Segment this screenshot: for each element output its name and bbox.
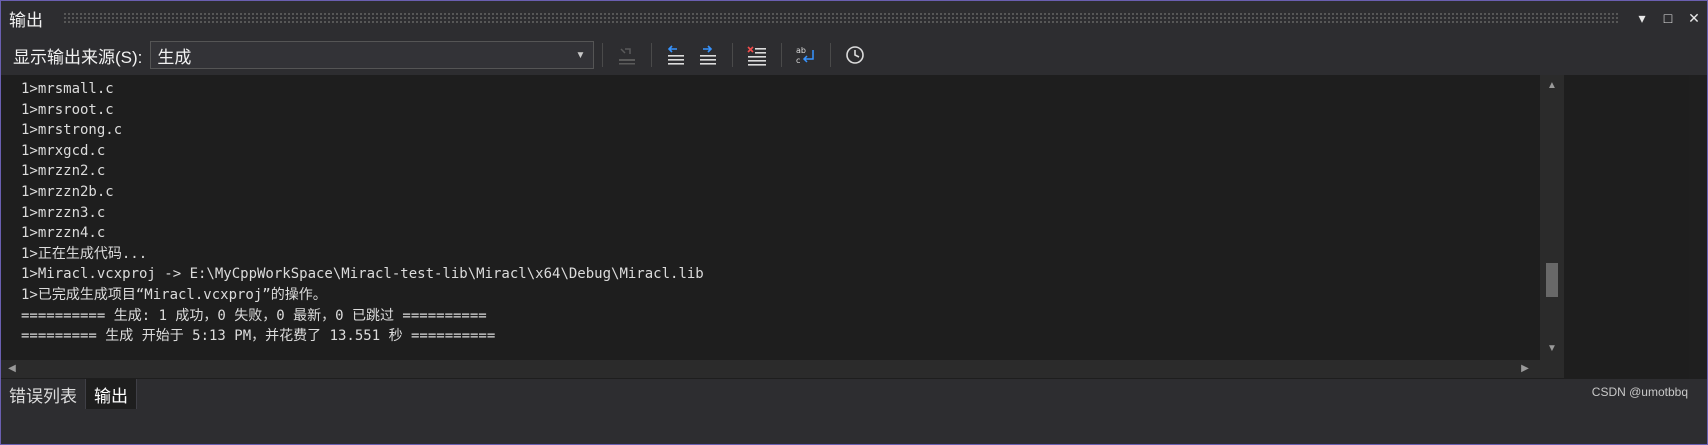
output-line: 1>mrzzn2b.c [21,183,114,200]
svg-text:ab: ab [796,46,806,55]
horizontal-scrollbar[interactable]: ◀ ▶ [1,360,1540,378]
next-message-button[interactable] [692,41,724,69]
drag-grip[interactable] [63,12,1619,24]
toolbar-separator [732,43,734,67]
output-line: 1>Miracl.vcxproj -> E:\MyCppWorkSpace\Mi… [21,266,704,283]
output-source-label: 显示输出来源(S): [13,47,143,67]
scroll-right-icon[interactable]: ▶ [1516,360,1534,378]
output-panel-titlebar: 输出 ▾ □ ✕ [1,1,1707,35]
clear-all-button[interactable] [741,41,773,69]
output-line: 1>mrzzn4.c [21,225,106,242]
window-position-dropdown-icon[interactable]: ▾ [1629,3,1655,33]
output-source-dropdown[interactable]: 生成 ▼ [150,41,595,69]
scrollbar-corner [1540,360,1564,378]
scroll-up-icon[interactable]: ▲ [1540,77,1564,95]
bottom-tab-bar: 错误列表 输出 [1,379,1707,409]
show-timestamps-button[interactable] [839,41,871,69]
output-line: 1>mrzzn2.c [21,163,106,180]
tab-output[interactable]: 输出 [85,379,137,409]
vertical-scroll-thumb[interactable] [1546,263,1558,297]
vertical-scrollbar[interactable]: ▲ ▼ [1540,75,1564,360]
scroll-down-icon[interactable]: ▼ [1540,340,1564,358]
svg-text:c: c [796,56,800,65]
scroll-left-icon[interactable]: ◀ [3,360,21,378]
output-line: 1>已完成生成项目“Miracl.vcxproj”的操作。 [21,286,327,303]
output-lines: 1>mrsmall.c 1>mrsroot.c 1>mrstrong.c 1>m… [21,79,704,347]
output-line: 1>mrsroot.c [21,101,114,118]
output-source-value: 生成 [157,47,192,67]
output-line: 1>正在生成代码... [21,245,148,262]
word-wrap-button[interactable]: ab c [790,41,822,69]
word-wrap-icon: abc [796,46,815,65]
maximize-icon[interactable]: □ [1655,3,1681,33]
output-text-area[interactable]: 1>mrsmall.c 1>mrsroot.c 1>mrstrong.c 1>m… [1,75,1689,395]
find-message-button[interactable] [611,41,643,69]
chevron-down-icon: ▼ [575,49,586,61]
tab-error-list[interactable]: 错误列表 [1,379,85,409]
clock-icon [846,46,865,64]
watermark-text: CSDN @umotbbq [1591,385,1688,399]
toolbar-separator [602,43,604,67]
output-line: 1>mrzzn3.c [21,204,106,221]
toolbar-separator [781,43,783,67]
go-to-previous-message-icon [668,45,685,65]
bottom-strip [1,409,1707,444]
output-line: 1>mrxgcd.c [21,142,106,159]
output-line: 1>mrstrong.c [21,122,123,139]
previous-message-button[interactable] [660,41,692,69]
toolbar-separator [830,43,832,67]
output-line: ========== 生成: 1 成功，0 失败，0 最新，0 已跳过 ====… [21,307,487,324]
output-line: ========= 生成 开始于 5:13 PM，并花费了 13.551 秒 =… [21,328,496,345]
find-message-icon [619,48,636,65]
panel-title: 输出 [9,10,43,30]
clear-all-icon [747,46,767,66]
output-line: 1>mrsmall.c [21,81,114,97]
toolbar-separator [651,43,653,67]
go-to-next-message-icon [700,45,717,65]
output-toolbar: 显示输出来源(S): 生成 ▼ ab c [1,35,1707,75]
close-icon[interactable]: ✕ [1681,3,1707,33]
